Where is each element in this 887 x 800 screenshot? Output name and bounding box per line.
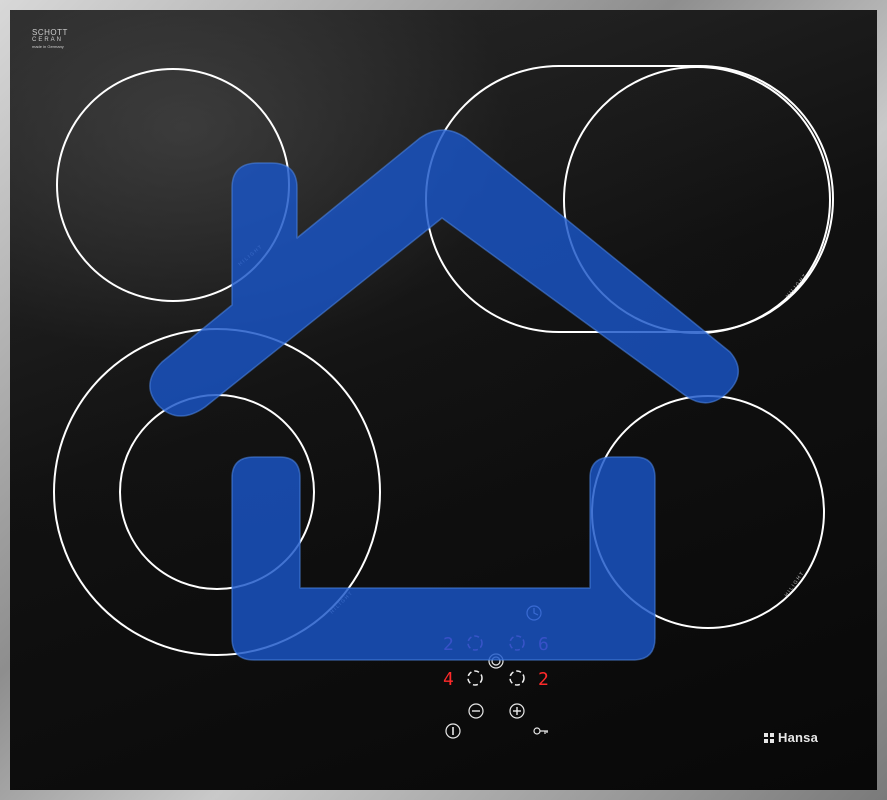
display-bottom-left: 4	[443, 669, 454, 690]
hansa-logo-mark	[764, 733, 774, 743]
zone-select-button-bottom-left[interactable]	[467, 670, 483, 686]
brand-name: Hansa	[778, 730, 819, 745]
house-icon	[149, 129, 739, 661]
minus-icon[interactable]	[468, 703, 484, 719]
cooktop-drawing: HILIGHT HILIGHT HILIGHT HILIGHT 2 6 4 2	[53, 65, 834, 743]
key-lock-icon[interactable]	[533, 727, 548, 735]
display-bottom-right: 2	[538, 669, 549, 690]
zone-label-rear-right: HILIGHT	[785, 272, 809, 299]
zone-select-button-bottom-right[interactable]	[509, 670, 525, 686]
zone-label-front-right: HILIGHT	[784, 570, 806, 598]
plus-icon[interactable]	[509, 703, 525, 719]
power-icon[interactable]	[445, 723, 461, 739]
house-walls-shape	[231, 456, 656, 661]
house-roof-shape	[149, 129, 739, 417]
